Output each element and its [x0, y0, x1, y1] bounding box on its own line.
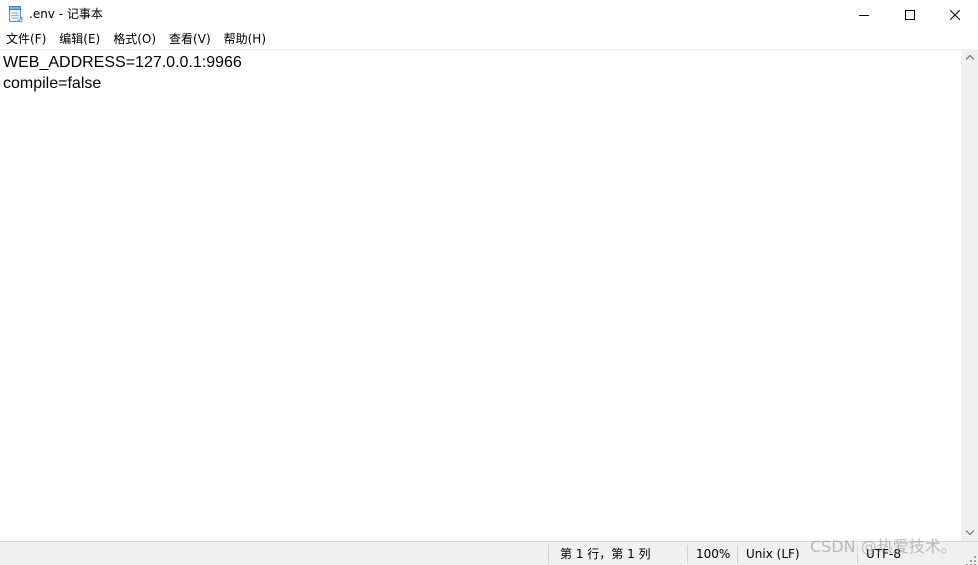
notepad-icon [8, 6, 23, 22]
title-bar[interactable]: .env - 记事本 [0, 0, 978, 29]
window-title: .env - 记事本 [29, 7, 103, 21]
menu-format[interactable]: 格式(O) [108, 29, 161, 49]
scroll-up-button[interactable] [961, 49, 978, 66]
encoding: UTF-8 [866, 547, 901, 561]
editor-line: WEB_ADDRESS=127.0.0.1:9966 [3, 54, 242, 71]
menu-help[interactable]: 帮助(H) [219, 29, 271, 49]
menu-file[interactable]: 文件(F) [0, 29, 51, 49]
editor-line: compile=false [3, 75, 102, 92]
text-editor[interactable]: WEB_ADDRESS=127.0.0.1:9966 compile=false [0, 49, 961, 541]
status-divider [857, 545, 858, 563]
arrow-up-icon [965, 55, 974, 60]
minimize-button[interactable] [841, 0, 887, 29]
close-button[interactable] [932, 0, 978, 29]
arrow-down-icon [965, 530, 974, 535]
scroll-track[interactable] [961, 66, 978, 524]
maximize-icon [905, 9, 915, 20]
menu-edit[interactable]: 编辑(E) [54, 29, 105, 49]
resize-grip-icon[interactable] [965, 552, 977, 565]
menu-bar: 文件(F) 编辑(E) 格式(O) 查看(V) 帮助(H) [0, 29, 978, 49]
notepad-window: .env - 记事本 文件(F) 编辑(E) 格式(O) 查看(V) 帮助(H)… [0, 0, 978, 565]
line-ending: Unix (LF) [746, 547, 800, 561]
scroll-down-button[interactable] [961, 524, 978, 541]
cursor-position: 第 1 行，第 1 列 [560, 547, 651, 561]
status-divider [687, 545, 688, 563]
minimize-icon [859, 14, 869, 16]
status-divider [737, 545, 738, 563]
status-divider [548, 545, 549, 563]
maximize-button[interactable] [887, 0, 933, 29]
zoom-level: 100% [696, 547, 731, 561]
status-bar: 第 1 行，第 1 列 100% Unix (LF) UTF-8 [0, 541, 978, 565]
menu-view[interactable]: 查看(V) [164, 29, 216, 49]
close-icon [950, 9, 960, 20]
vertical-scrollbar[interactable] [961, 49, 978, 541]
